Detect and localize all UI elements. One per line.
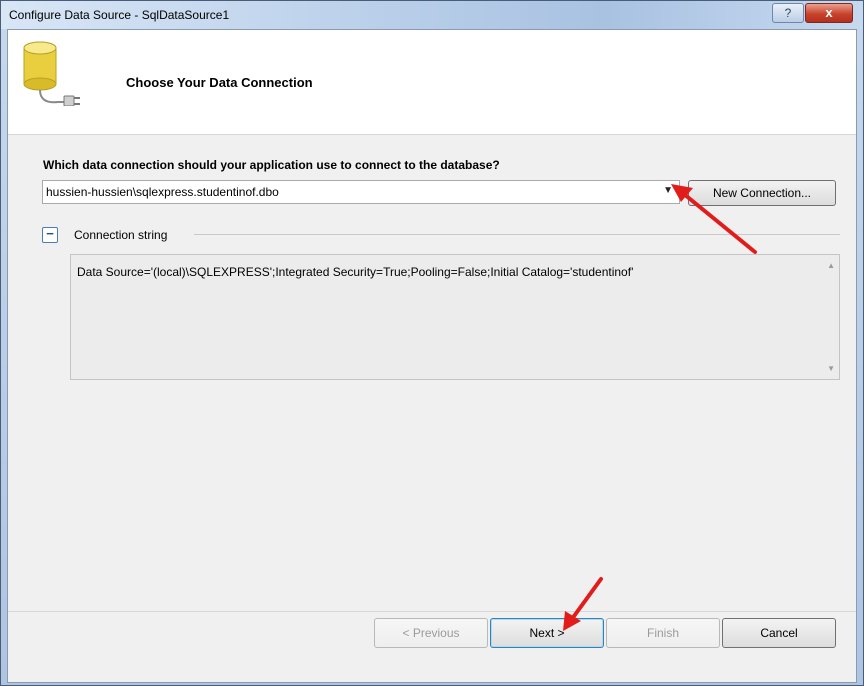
close-button[interactable]: x (805, 3, 853, 23)
annotation-arrow-dropdown (671, 184, 757, 254)
database-icon (23, 41, 80, 106)
window-title: Configure Data Source - SqlDataSource1 (9, 8, 230, 22)
dialog-window: Configure Data Source - SqlDataSource1 ?… (0, 0, 864, 686)
page-title: Choose Your Data Connection (126, 75, 313, 90)
selected-connection: hussien-hussien\sqlexpress.studentinof.d… (46, 185, 279, 199)
connection-string-label: Connection string (74, 228, 168, 242)
cancel-button[interactable]: Cancel (722, 618, 836, 648)
close-icon: x (825, 5, 833, 20)
help-icon: ? (784, 6, 792, 20)
collapse-connection-string-button[interactable]: − (42, 227, 58, 243)
title-bar[interactable]: Configure Data Source - SqlDataSource1 ?… (1, 1, 863, 29)
data-connection-dropdown[interactable]: hussien-hussien\sqlexpress.studentinof.d… (42, 180, 680, 204)
dialog-body: Choose Your Data Connection Which data c… (7, 29, 857, 683)
footer-divider (8, 611, 856, 612)
connection-string-value: Data Source='(local)\SQLEXPRESS';Integra… (77, 265, 634, 279)
previous-button[interactable]: < Previous (374, 618, 488, 648)
connection-string-box[interactable]: Data Source='(local)\SQLEXPRESS';Integra… (70, 254, 840, 380)
help-button[interactable]: ? (772, 3, 804, 23)
scroll-up-icon[interactable]: ▲ (827, 261, 835, 270)
wizard-header: Choose Your Data Connection (8, 30, 856, 135)
finish-button[interactable]: Finish (606, 618, 720, 648)
scroll-down-icon[interactable]: ▼ (827, 364, 835, 373)
annotation-arrow-next (563, 577, 603, 631)
connection-question: Which data connection should your applic… (43, 158, 500, 172)
